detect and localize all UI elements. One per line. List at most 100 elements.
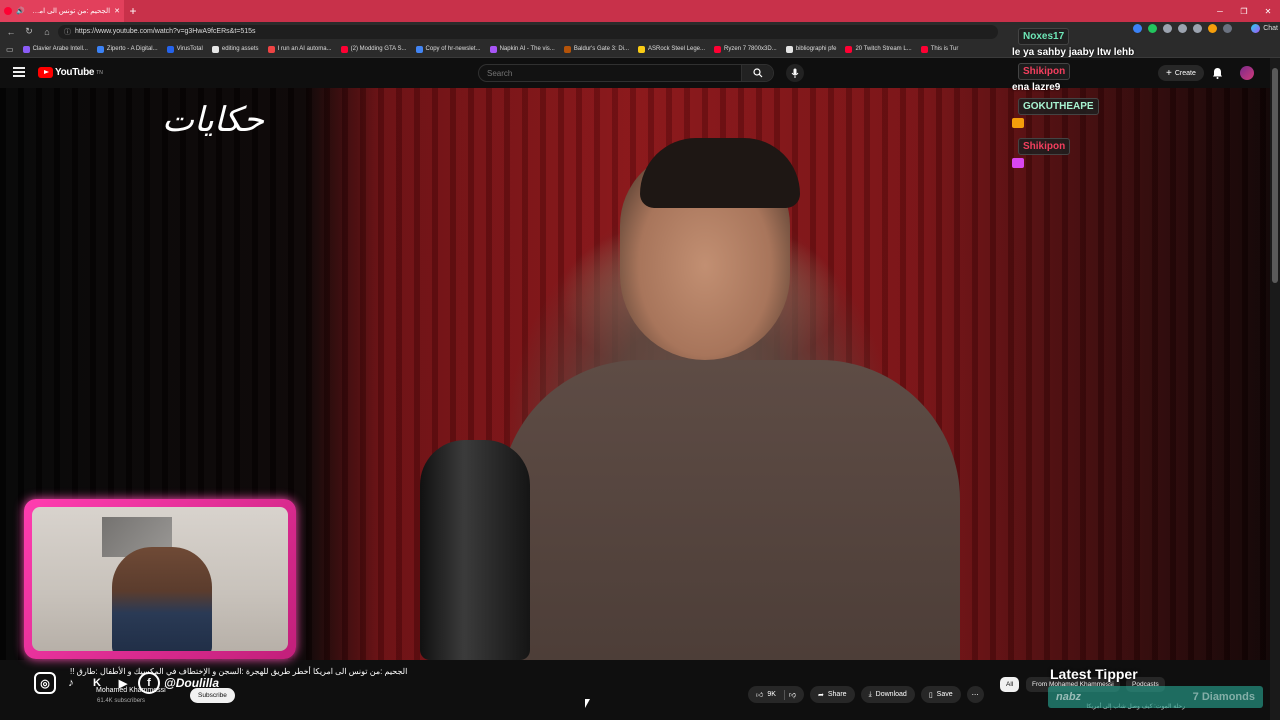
chat-message: Noxes17 le ya sahby jaaby ltw lehb [1008,26,1198,58]
search-input[interactable] [479,68,741,78]
webcam-streamer [112,547,212,651]
bookmark-item[interactable]: 20 Twitch Stream L... [845,45,912,53]
channel-watermark-logo: حكايات [162,100,264,140]
bookmark-item[interactable]: Copy of hr-newslet... [415,45,481,53]
webcam-overlay [24,499,296,659]
share-label: Share [827,691,847,698]
bookmark-item[interactable]: This is Tur [920,45,959,53]
like-button[interactable]: 👍︎ 9K 👎︎ [748,686,804,703]
bookmark-label: Copy of hr-newslet... [425,46,481,52]
bookmark-item[interactable]: I run an AI automa... [267,45,332,53]
back-icon[interactable]: ← [4,25,18,39]
account-avatar[interactable] [1240,66,1254,80]
bookmark-item[interactable]: Ryzen 7 7800x3D... [714,45,777,53]
tipper-amount: 7 Diamonds [1192,691,1255,703]
bookmark-favicon-icon [340,45,348,53]
bookmark-label: 20 Twitch Stream L... [855,46,912,52]
bookmark-label: This is Tur [930,46,959,52]
notifications-bell-icon[interactable] [1212,67,1223,79]
video-frame-microphone [420,440,530,660]
bookmark-item[interactable]: ASRock Steel Lege... [637,45,706,53]
bookmark-favicon-icon [637,45,645,53]
microphone-icon [791,68,799,78]
scrollbar-thumb[interactable] [1272,68,1278,283]
tab-title: الجحيم :من تونس الى امريكا أخ [28,8,111,15]
bookmark-item[interactable]: (2) Modding GTA S... [340,45,407,53]
more-icon[interactable] [1223,24,1232,33]
window-controls: ─ ❐ ✕ [1208,0,1280,22]
bookmark-label: editing assets [221,46,259,52]
bookmark-item[interactable]: Ziperto - A Digital... [96,45,158,53]
bookmark-favicon-icon [211,45,219,53]
bookmark-favicon-icon [785,45,793,53]
share-button[interactable]: ➦ Share [810,686,855,703]
bookmark-favicon-icon [22,45,30,53]
subscribe-button[interactable]: Subscribe [190,688,235,703]
save-button[interactable]: ▯ Save [920,686,961,703]
bookmark-favicon-icon [489,45,497,53]
stream-chat-overlay: Noxes17 le ya sahby jaaby ltw lehb Shiki… [1008,26,1198,176]
youtube-logo-text: YouTube [55,67,95,78]
bookmark-label: Napkin AI - The vis... [499,46,555,52]
browser-tab[interactable]: 🔊 الجحيم :من تونس الى امريكا أخ ✕ [0,0,124,22]
like-count: 9K [767,691,776,698]
subscriber-count: 61.4K subscribers [97,698,146,704]
chip-all[interactable]: All [1000,677,1020,692]
bookmark-item[interactable]: Napkin AI - The vis... [489,45,555,53]
copilot-chat-button[interactable]: Chat [1251,24,1278,33]
chat-button-label: Chat [1263,25,1278,32]
bookmark-item[interactable]: editing assets [211,45,259,53]
video-frame-person-hair [640,138,800,208]
close-tab-icon[interactable]: ✕ [114,7,120,15]
bookmark-favicon-icon [415,45,423,53]
bookmark-icon: ▯ [928,691,933,699]
youtube-favicon-icon [4,7,12,15]
reload-icon[interactable]: ↻ [22,25,36,39]
home-icon[interactable]: ⌂ [40,25,54,39]
apps-icon[interactable]: ▭ [6,45,14,54]
bookmark-item[interactable]: bibliographi pfe [785,45,837,53]
chat-message: GOKUTHEAPE [1008,96,1198,133]
channel-name[interactable]: Mohamed Khammessi [96,687,166,694]
minimize-icon[interactable]: ─ [1208,0,1232,22]
speaker-icon[interactable]: 🔊 [16,7,25,15]
more-actions-button[interactable]: ⋯ [966,686,984,703]
webcam-feed [32,507,288,651]
search-box [478,64,774,82]
profile-icon[interactable] [1208,24,1217,33]
youtube-logo[interactable]: YouTube TN [38,67,103,78]
new-tab-button[interactable]: + [124,2,142,20]
bookmark-favicon-icon [166,45,174,53]
bookmark-item[interactable]: Clavier Arabe Intell... [22,45,88,53]
video-actions: 👍︎ 9K 👎︎ ➦ Share ⤓ Download ▯ Save ⋯ [748,686,984,703]
site-info-icon[interactable]: ⓘ [64,27,71,37]
chat-username: Noxes17 [1018,28,1070,45]
download-button[interactable]: ⤓ Download [860,686,915,703]
thumbs-down-icon[interactable]: 👎︎ [789,690,796,699]
latest-tipper-box: nabz 7 Diamonds [1048,686,1263,708]
bookmark-item[interactable]: VirusTotal [166,45,203,53]
chat-username: Shikipon [1018,63,1071,80]
tipper-name: nabz [1056,691,1082,703]
bookmark-item[interactable]: Baldur's Gate 3: Di... [563,45,629,53]
page-scrollbar[interactable] [1270,58,1280,720]
bookmark-label: Ryzen 7 7800x3D... [724,46,777,52]
search-button[interactable] [741,65,773,81]
bookmark-label: Baldur's Gate 3: Di... [573,46,629,52]
maximize-icon[interactable]: ❐ [1232,0,1256,22]
voice-search-button[interactable] [786,64,804,82]
download-label: Download [875,691,907,698]
bookmark-label: ASRock Steel Lege... [647,46,706,52]
bookmark-label: I run an AI automa... [277,46,332,52]
bookmark-label: Clavier Arabe Intell... [32,46,88,52]
more-horizontal-icon: ⋯ [971,691,979,699]
url-field[interactable]: ⓘ https://www.youtube.com/watch?v=g3HwA9… [58,24,998,39]
hamburger-menu-icon[interactable] [13,67,25,77]
chat-text: le ya sahby jaaby ltw lehb [1012,47,1135,58]
latest-tipper-label: Latest Tipper [1050,666,1138,682]
thumbs-up-icon: 👍︎ [756,692,764,699]
bookmark-label: (2) Modding GTA S... [350,46,407,52]
close-window-icon[interactable]: ✕ [1256,0,1280,22]
bookmark-label: bibliographi pfe [795,46,837,52]
chat-emote-icon [1012,158,1024,168]
